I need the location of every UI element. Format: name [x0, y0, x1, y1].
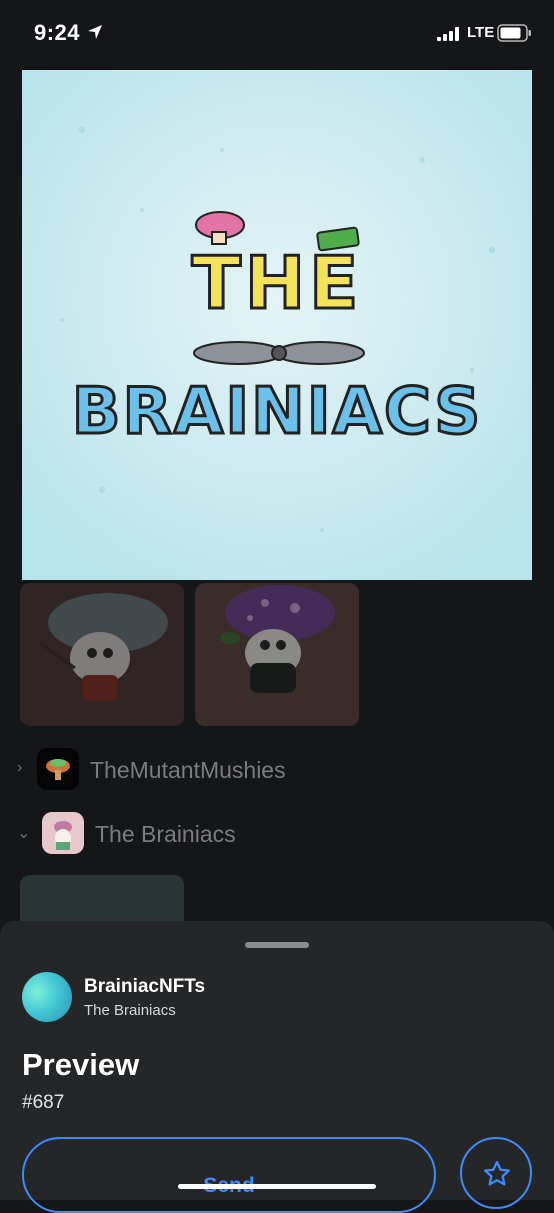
send-button[interactable]: Send: [22, 1137, 436, 1213]
signal-icon: [437, 27, 459, 41]
collection-avatar: [42, 812, 84, 854]
collection-row-brainiacs[interactable]: ⌄ The Brainiacs: [0, 809, 554, 857]
collection-name: TheMutantMushies: [90, 757, 286, 783]
network-label: LTE: [467, 24, 495, 41]
collection-avatar: [37, 748, 79, 790]
sheet-title: Preview: [22, 1047, 140, 1082]
collection-avatar: [22, 972, 72, 1022]
chevron-right-icon: ›: [17, 759, 23, 776]
nft-thumbnail-mushroom-purple[interactable]: [195, 583, 359, 726]
status-bar: 9:24 LTE: [0, 0, 554, 66]
hero-title-line1: THE: [192, 241, 363, 325]
favorite-button[interactable]: [460, 1137, 532, 1209]
sheet-drag-handle[interactable]: [245, 942, 309, 948]
collection-subtitle: The Brainiacs: [84, 1002, 176, 1019]
collection-title: BrainiacNFTs: [84, 976, 206, 997]
nft-thumbnail-mushroom-grey[interactable]: [20, 583, 184, 726]
token-id: #687: [22, 1092, 65, 1113]
battery-icon: [497, 24, 531, 42]
preview-bottom-sheet: BrainiacNFTs The Brainiacs Preview #687 …: [0, 921, 554, 1213]
status-time: 9:24: [34, 20, 81, 45]
collection-name: The Brainiacs: [95, 821, 236, 847]
hero-title-line2: BRAINIACS: [72, 375, 483, 449]
star-icon: [484, 1161, 510, 1186]
location-arrow-icon: [88, 25, 102, 39]
nft-preview-image: THE BRAINIACS: [22, 70, 532, 580]
home-indicator: [178, 1184, 376, 1189]
collection-row-mutant-mushies[interactable]: › TheMutantMushies: [0, 745, 554, 793]
chevron-down-icon: ⌄: [17, 825, 31, 842]
